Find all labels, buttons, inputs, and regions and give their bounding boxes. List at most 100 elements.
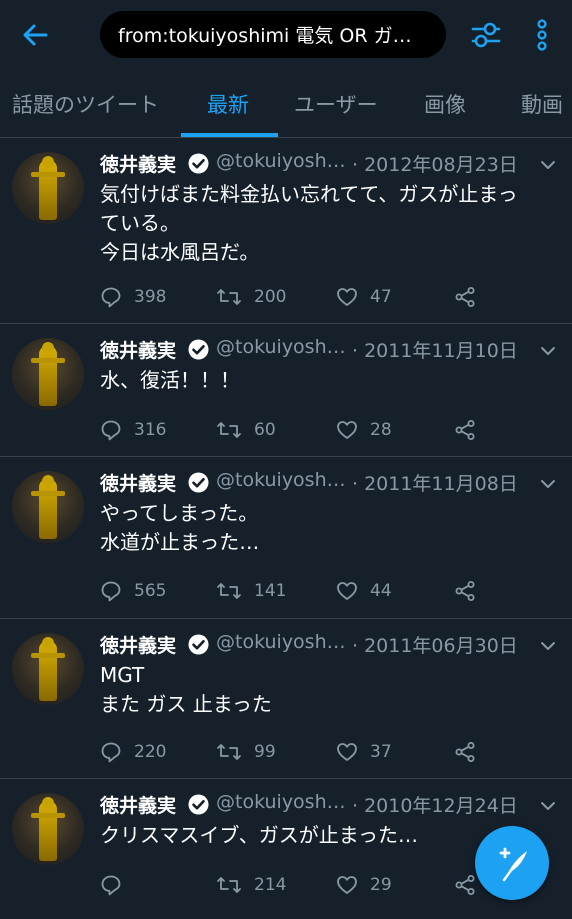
search-tabs: 話題のツイート 最新 ユーザー 画像 動画 <box>0 70 572 138</box>
like-button[interactable]: 28 <box>336 415 392 445</box>
tweet-text-line: やってしまった。 <box>100 501 259 525</box>
tweet-header: 徳井義実 @tokuiyosh… · 2010年12月24日 <box>100 791 560 819</box>
reply-button[interactable]: 220 <box>100 737 166 767</box>
active-tab-indicator <box>181 133 278 137</box>
more-vertical-icon[interactable] <box>530 17 554 53</box>
display-name[interactable]: 徳井義実 <box>100 336 176 363</box>
tweet-actions: 214 29 <box>100 870 520 900</box>
avatar[interactable] <box>12 793 84 865</box>
share-icon <box>455 420 475 440</box>
retweet-button[interactable]: 214 <box>216 870 286 900</box>
avatar[interactable] <box>12 338 84 410</box>
like-count: 47 <box>370 287 392 307</box>
verified-badge-icon <box>188 339 209 360</box>
tweet-date[interactable]: · 2011年06月30日 <box>352 631 518 658</box>
tweet-text-line: 気付けばまた料金払い忘れてて、ガスが止まっ <box>100 182 518 206</box>
handle[interactable]: @tokuiyosh… <box>216 791 346 813</box>
verified-badge-icon <box>188 794 209 815</box>
tab-videos[interactable]: 動画 <box>521 70 563 137</box>
reply-count: 565 <box>134 581 167 601</box>
retweet-icon <box>217 877 241 893</box>
tweet-text: 気付けばまた料金払い忘れてて、ガスが止まっ ている。 今日は水風呂だ。 <box>100 180 560 267</box>
reply-button[interactable] <box>100 870 134 900</box>
retweet-button[interactable]: 141 <box>216 576 286 606</box>
like-button[interactable]: 44 <box>336 576 392 606</box>
tweet-actions: 565 141 44 <box>100 576 520 606</box>
handle[interactable]: @tokuiyosh… <box>216 336 346 358</box>
tweet-actions: 220 99 37 <box>100 737 520 767</box>
retweet-count: 99 <box>254 742 276 762</box>
tab-latest[interactable]: 最新 <box>207 70 249 137</box>
tab-top-tweets[interactable]: 話題のツイート <box>12 70 159 137</box>
reply-button[interactable]: 565 <box>100 576 166 606</box>
retweet-icon <box>217 289 241 305</box>
reply-icon <box>101 287 121 308</box>
tweet-date[interactable]: · 2011年11月08日 <box>352 469 518 496</box>
chevron-down-icon[interactable] <box>540 797 556 813</box>
retweet-button[interactable]: 99 <box>216 737 276 767</box>
reply-button[interactable]: 398 <box>100 282 166 312</box>
avatar[interactable] <box>12 471 84 543</box>
tweet-text: やってしまった。 水道が止まった… <box>100 499 560 557</box>
like-button[interactable]: 47 <box>336 282 392 312</box>
display-name[interactable]: 徳井義実 <box>100 791 176 818</box>
filter-sliders-icon[interactable] <box>470 19 502 51</box>
share-button[interactable] <box>454 870 476 900</box>
tweet[interactable]: 徳井義実 @tokuiyosh… · 2012年08月23日 気付けばまた料金払… <box>0 138 572 324</box>
tweet-date[interactable]: · 2011年11月10日 <box>352 336 518 363</box>
retweet-button[interactable]: 60 <box>216 415 276 445</box>
tweet-header: 徳井義実 @tokuiyosh… · 2012年08月23日 <box>100 150 560 178</box>
share-icon <box>455 287 475 307</box>
tweet-text-line: 今日は水風呂だ。 <box>100 240 260 264</box>
avatar[interactable] <box>12 152 84 224</box>
compose-tweet-button[interactable] <box>475 826 549 900</box>
back-arrow-icon[interactable] <box>20 20 50 50</box>
reply-count: 398 <box>134 287 167 307</box>
share-icon <box>455 742 475 762</box>
tweet-text-line: 水、復活！！！ <box>100 368 240 392</box>
share-button[interactable] <box>454 576 476 606</box>
retweet-button[interactable]: 200 <box>216 282 286 312</box>
like-icon <box>337 288 357 306</box>
tweet[interactable]: 徳井義実 @tokuiyosh… · 2011年11月10日 水、復活！！！ 3… <box>0 324 572 457</box>
tweet-date[interactable]: · 2012年08月23日 <box>352 150 518 177</box>
share-button[interactable] <box>454 415 476 445</box>
handle[interactable]: @tokuiyosh… <box>216 469 346 491</box>
handle[interactable]: @tokuiyosh… <box>216 631 346 653</box>
like-icon <box>337 876 357 894</box>
tweet[interactable]: 徳井義実 @tokuiyosh… · 2011年06月30日 MGT また ガス… <box>0 619 572 779</box>
tweet-date[interactable]: · 2010年12月24日 <box>352 791 518 818</box>
like-button[interactable]: 37 <box>336 737 392 767</box>
avatar[interactable] <box>12 633 84 705</box>
tweet-text: MGT また ガス 止まった <box>100 661 560 719</box>
verified-badge-icon <box>188 472 209 493</box>
chevron-down-icon[interactable] <box>540 637 556 653</box>
search-input[interactable]: from:tokuiyoshimi 電気 OR ガ… <box>100 11 446 58</box>
reply-icon <box>101 420 121 441</box>
like-icon <box>337 743 357 761</box>
display-name[interactable]: 徳井義実 <box>100 150 176 177</box>
tab-users[interactable]: ユーザー <box>294 70 378 137</box>
chevron-down-icon[interactable] <box>540 156 556 172</box>
top-bar: from:tokuiyoshimi 電気 OR ガ… <box>0 0 572 70</box>
tweet-text-line: ている。 <box>100 211 180 235</box>
share-icon <box>455 875 475 895</box>
chevron-down-icon[interactable] <box>540 342 556 358</box>
display-name[interactable]: 徳井義実 <box>100 631 176 658</box>
share-button[interactable] <box>454 737 476 767</box>
chevron-down-icon[interactable] <box>540 475 556 491</box>
like-icon <box>337 582 357 600</box>
like-count: 44 <box>370 581 392 601</box>
tweet-header: 徳井義実 @tokuiyosh… · 2011年06月30日 <box>100 631 560 659</box>
handle[interactable]: @tokuiyosh… <box>216 150 346 172</box>
tweet-text: 水、復活！！！ <box>100 366 560 395</box>
tweet-header: 徳井義実 @tokuiyosh… · 2011年11月08日 <box>100 469 560 497</box>
share-button[interactable] <box>454 282 476 312</box>
tweet-actions: 398 200 47 <box>100 282 520 312</box>
tab-images[interactable]: 画像 <box>424 70 466 137</box>
display-name[interactable]: 徳井義実 <box>100 469 176 496</box>
search-query-text: from:tokuiyoshimi 電気 OR ガ… <box>118 25 412 47</box>
reply-button[interactable]: 316 <box>100 415 166 445</box>
like-button[interactable]: 29 <box>336 870 392 900</box>
tweet[interactable]: 徳井義実 @tokuiyosh… · 2011年11月08日 やってしまった。 … <box>0 457 572 619</box>
